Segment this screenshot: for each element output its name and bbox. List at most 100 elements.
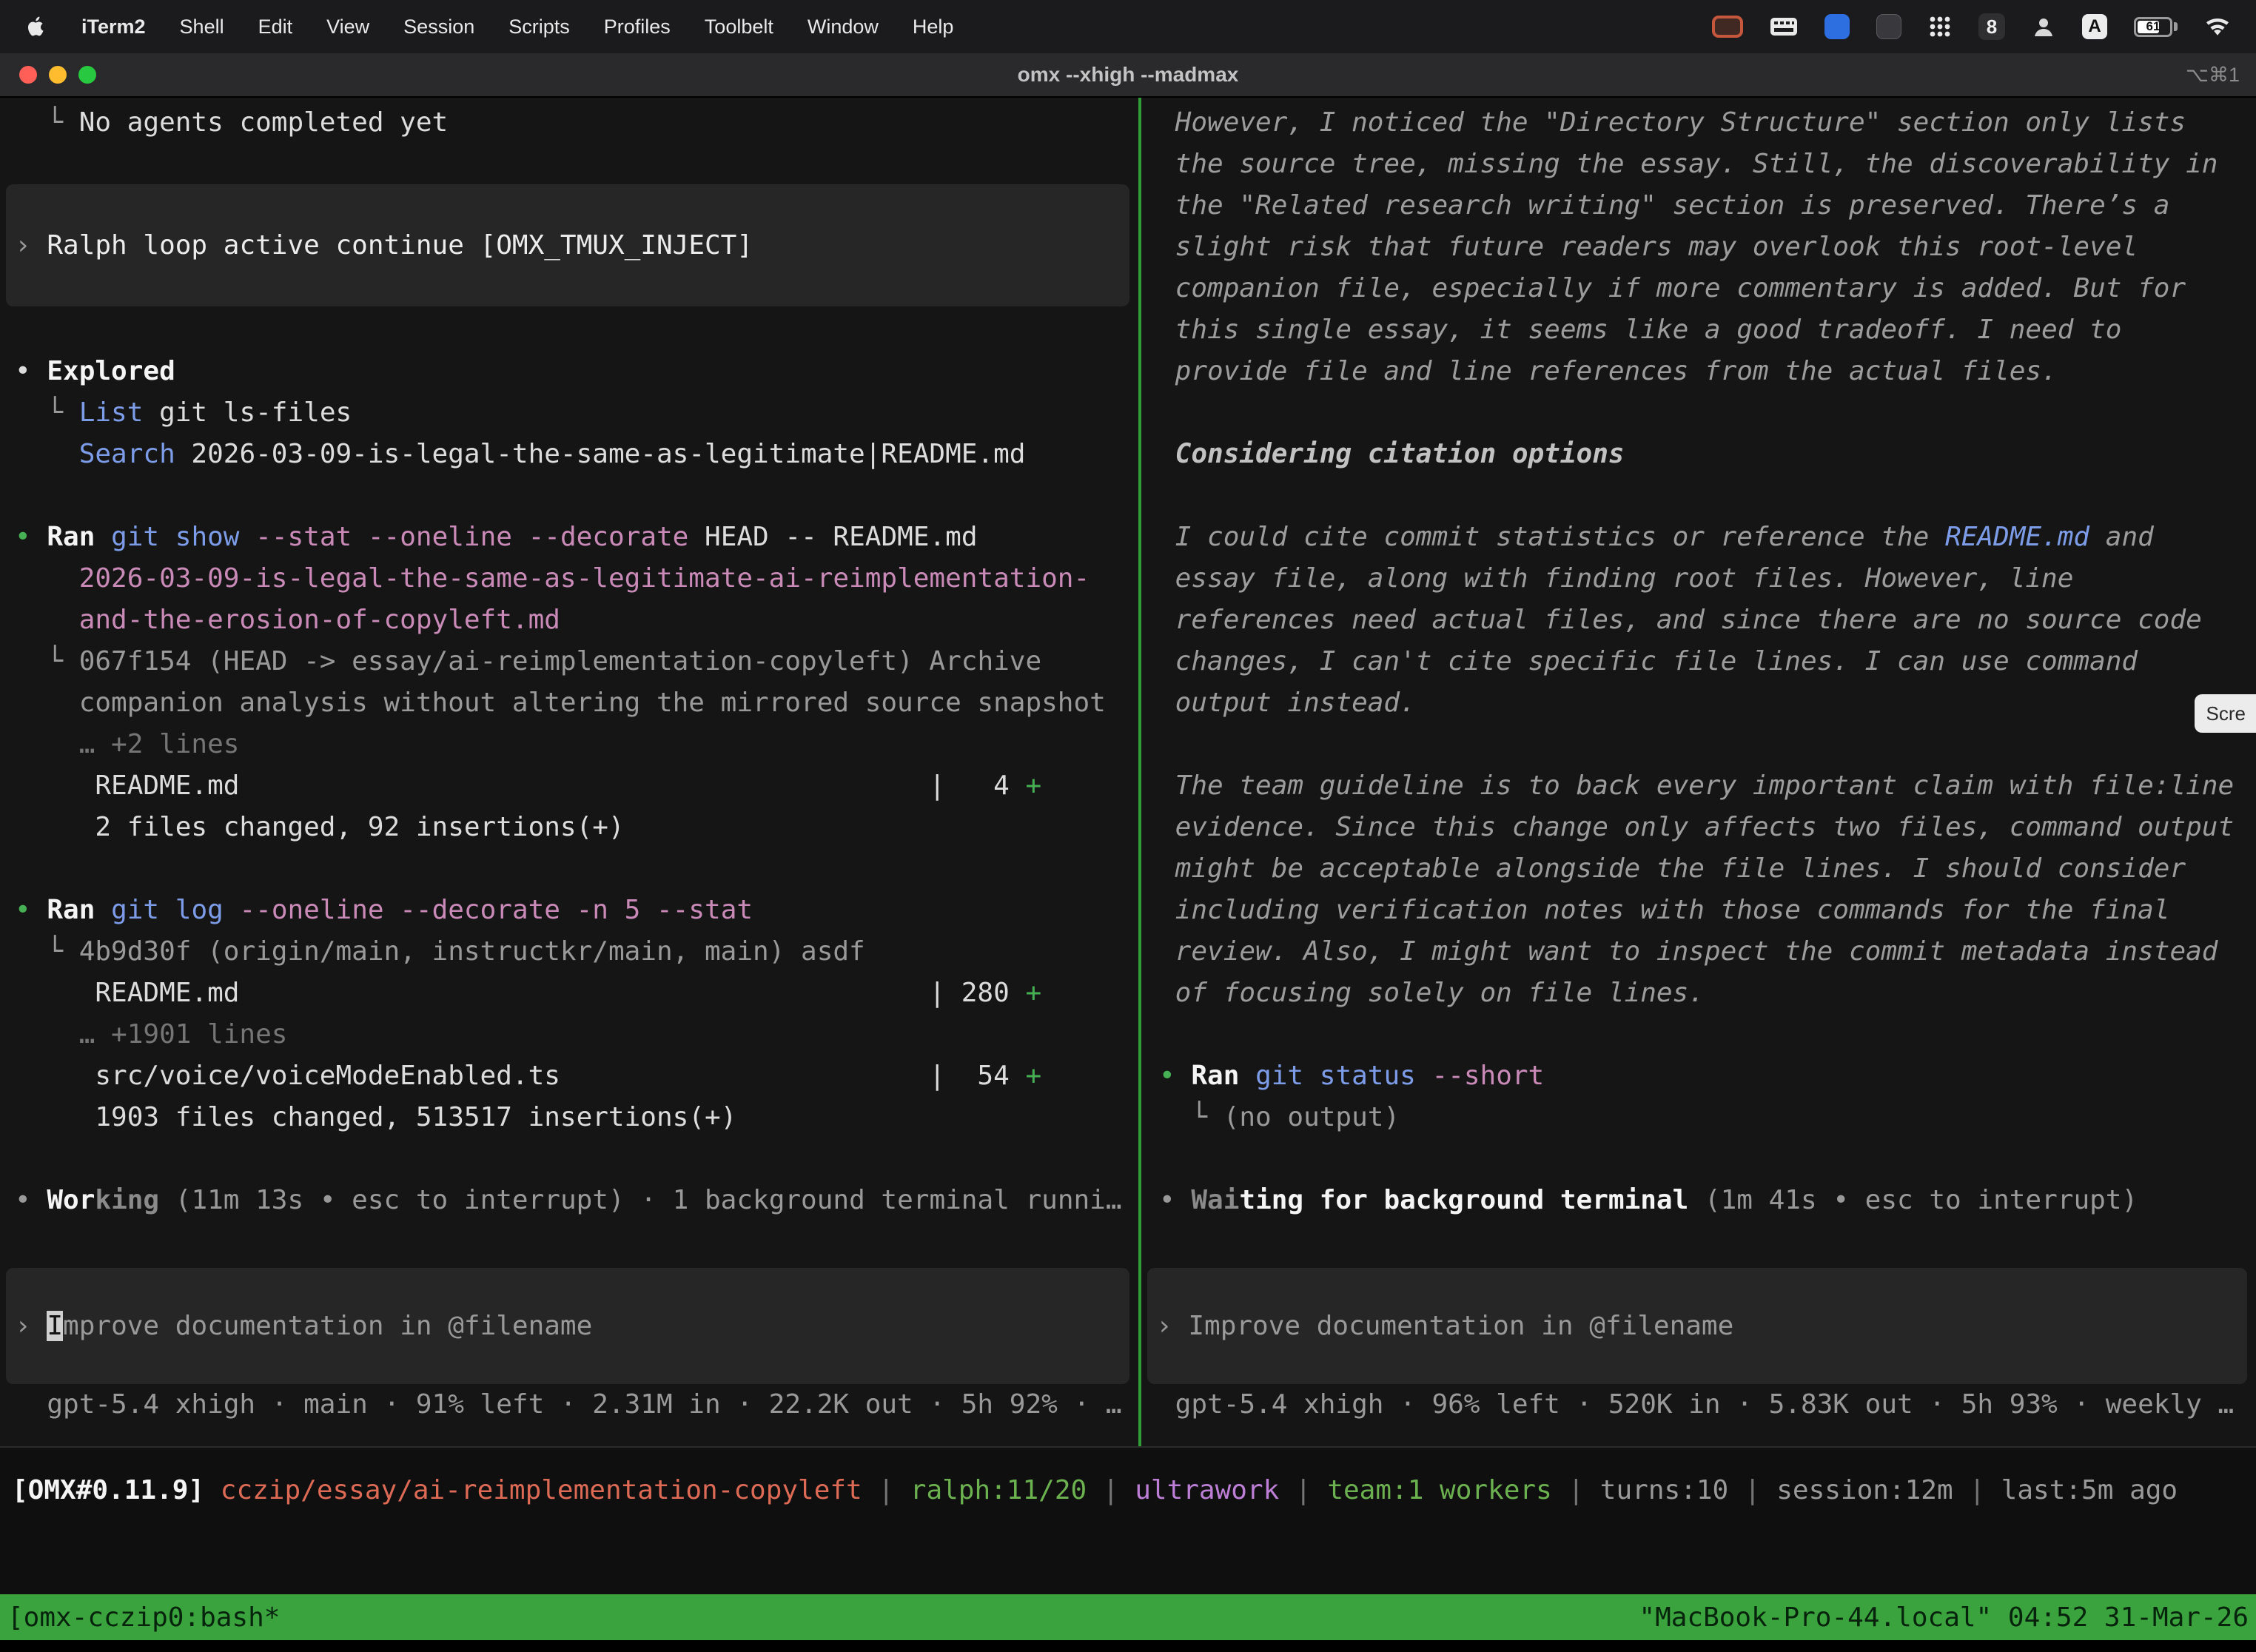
macos-screen: iTerm2 Shell Edit View Session Scripts Profile… [0,0,2256,1652]
prompt-input[interactable]: › Improve documentation in @filename [1147,1268,2247,1384]
text-segment: | [862,1475,910,1505]
text-segment: (11m 13s • esc to interrupt) · 1 backgro… [159,1185,1121,1215]
text-segment: I [47,1311,63,1341]
terminal-line: └ (no output) [1159,1097,2256,1138]
terminal-line [15,1138,1138,1180]
text-segment [204,1475,221,1505]
text-segment [224,895,240,925]
screen-recording-icon[interactable] [1712,16,1743,38]
terminal-line: references need actual files, and since … [1159,600,2256,641]
text-segment: › [15,1311,47,1341]
profile-icon[interactable] [2032,15,2055,38]
close-button[interactable] [19,66,37,84]
minimize-button[interactable] [49,66,67,84]
window-title: omx --xhigh --madmax [0,63,2256,87]
bottom-edge [0,1640,2256,1652]
terminal-window: └ No agents completed yet › Ralph loop ac… [0,98,2256,1652]
text-segment: essay file, along with finding root file… [1159,563,2073,594]
terminal-line: changes, I can't cite specific file line… [1159,641,2256,682]
text-segment: Wai [1191,1185,1239,1215]
text-segment: and-the-erosion-of-copyleft.md [79,605,560,635]
menu-item-session[interactable]: Session [403,16,474,38]
terminal-line: └ List git ls-files [15,392,1138,434]
menu-item-shell[interactable]: Shell [180,16,224,38]
text-segment: git status [1255,1061,1416,1091]
dots-grid-icon[interactable] [1928,15,1952,38]
text-segment: + [1025,770,1041,801]
text-segment: └ [15,936,79,967]
terminal-line: I could cite commit statistics or refere… [1159,517,2256,558]
terminal-line: review. Also, I might want to inspect th… [1159,931,2256,973]
text-segment: 2026-03-09-is-legal-the-same-as-legitima… [175,439,1026,469]
input-source-badge[interactable]: A [2082,14,2107,39]
text-segment: gpt-5.4 xhigh · main · 91% left · 2.31M … [15,1389,1122,1420]
text-segment: git log [111,895,224,925]
terminal-line [1159,475,2256,517]
menu-item-edit[interactable]: Edit [258,16,293,38]
text-segment: evidence. Since this change only affects… [1159,812,2234,842]
terminal-line: • Ran git log --oneline --decorate -n 5 … [15,890,1138,931]
menu-item-profiles[interactable]: Profiles [604,16,671,38]
app-blue-icon[interactable] [1824,14,1850,39]
text-segment: --oneline --decorate -n 5 --stat [239,895,753,925]
menu-status-icons: 8 A 61 [1712,13,2231,40]
battery-indicator[interactable]: 61 [2134,17,2178,37]
text-segment: git show [111,522,239,552]
box-text: › Improve documentation in @filename [15,1306,592,1347]
text-segment: Considering citation options [1159,439,1625,469]
app-dark-icon[interactable] [1876,14,1901,39]
terminal-line: └ No agents completed yet [15,102,1138,144]
menu-item-toolbelt[interactable]: Toolbelt [705,16,773,38]
terminal-line: gpt-5.4 xhigh · main · 91% left · 2.31M … [15,1384,1138,1426]
menu-bar: iTerm2 Shell Edit View Session Scripts Profile… [0,0,2256,53]
terminal-line [1159,1138,2256,1180]
pane-right[interactable]: However, I noticed the "Directory Struct… [1141,98,2256,1446]
gap [15,1221,1138,1268]
text-segment [95,895,111,925]
menu-item-window[interactable]: Window [808,16,879,38]
text-segment: └ [15,397,79,428]
text-segment: companion analysis without altering the … [15,688,1106,718]
box-text: › Ralph loop active continue [OMX_TMUX_I… [15,225,753,266]
terminal-line: provide file and line references from th… [1159,351,2256,392]
menu-item-view[interactable]: View [326,16,369,38]
terminal-line: Search 2026-03-09-is-legal-the-same-as-l… [15,434,1138,475]
text-segment: last:5m ago [2001,1475,2178,1505]
terminal-line: essay file, along with finding root file… [1159,558,2256,600]
text-segment: … +1901 lines [15,1019,287,1050]
text-segment: README.md [1945,522,2089,552]
text-segment: • [1159,1185,1191,1215]
pane-left[interactable]: └ No agents completed yet › Ralph loop ac… [0,98,1138,1446]
text-segment: --short [1432,1061,1545,1091]
ralph-loop-banner: › Ralph loop active continue [OMX_TMUX_I… [6,184,1129,306]
traffic-lights [19,66,96,84]
text-segment: (1m 41s • esc to interrupt) [1688,1185,2138,1215]
text-segment: | [1552,1475,1600,1505]
terminal-line: … +2 lines [15,724,1138,765]
menu-item-scripts[interactable]: Scripts [508,16,570,38]
tmux-panes: └ No agents completed yet › Ralph loop ac… [0,98,2256,1446]
text-segment: Ran [47,895,95,925]
terminal-line: might be acceptable alongside the file l… [1159,848,2256,890]
terminal-line: 2 files changed, 92 insertions(+) [15,807,1138,848]
text-segment: | [1087,1475,1135,1505]
keyboard-icon[interactable] [1770,16,1798,37]
text-segment: | [1279,1475,1327,1505]
tmux-session-label: [omx-cczip0:bash* [7,1602,280,1633]
menu-item-help[interactable]: Help [913,16,954,38]
window-title-bar[interactable]: omx --xhigh --madmax ⌥⌘1 [0,53,2256,98]
zoom-button[interactable] [78,66,96,84]
apple-menu-icon[interactable] [25,14,47,39]
terminal-line: the source tree, missing the essay. Stil… [1159,144,2256,185]
terminal-line: evidence. Since this change only affects… [1159,807,2256,848]
screen-share-chip[interactable]: Scre [2195,694,2256,733]
text-segment: └ [15,646,79,676]
text-segment: cczip/essay/ai-reimplementation-copyleft [221,1475,862,1505]
wifi-icon[interactable] [2204,16,2231,37]
terminal-line: 2026-03-09-is-legal-the-same-as-legitima… [15,558,1138,600]
terminal-line: └ 067f154 (HEAD -> essay/ai-reimplementa… [15,641,1138,682]
prompt-input[interactable]: › Improve documentation in @filename [6,1268,1129,1384]
key-8-badge[interactable]: 8 [1978,13,2005,40]
menu-item-iterm2[interactable]: iTerm2 [81,16,146,38]
text-segment: 2026-03-09-is-legal-the-same-as-legitima… [79,563,1090,594]
